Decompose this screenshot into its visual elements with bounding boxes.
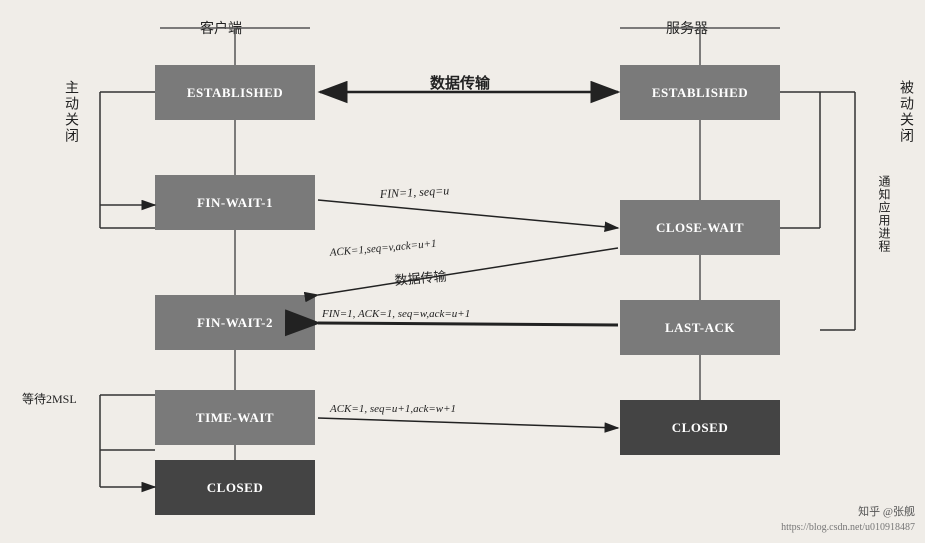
wait-2msl-label: 等待2MSL — [22, 390, 77, 407]
client-finwait2-box: FIN-WAIT-2 — [155, 295, 315, 350]
active-close-label: 主动关闭 — [60, 80, 80, 200]
client-timewait-box: TIME-WAIT — [155, 390, 315, 445]
server-lastack-box: LAST-ACK — [620, 300, 780, 355]
watermark: 知乎 @张舰 https://blog.csdn.net/u010918487 — [781, 504, 915, 536]
passive-close-label: 被动关闭 — [895, 80, 915, 220]
server-closewait-box: CLOSE-WAIT — [620, 200, 780, 255]
svg-text:ACK=1,seq=v,ack=u+1: ACK=1,seq=v,ack=u+1 — [328, 238, 437, 259]
svg-text:数据传输: 数据传输 — [394, 269, 447, 288]
svg-text:FIN=1, seq=u: FIN=1, seq=u — [378, 183, 449, 201]
client-closed-box: CLOSED — [155, 460, 315, 515]
data-transfer-label: 数据传输 — [430, 72, 490, 93]
svg-text:FIN=1, ACK=1, seq=w,ack=u+1: FIN=1, ACK=1, seq=w,ack=u+1 — [321, 308, 470, 320]
client-finwait1-box: FIN-WAIT-1 — [155, 175, 315, 230]
diagram: 客户端 服务器 主动关闭 被动关闭 通知应用进程 等待2MSL ESTABLIS… — [0, 0, 925, 543]
server-label: 服务器 — [666, 18, 708, 38]
client-label: 客户端 — [200, 18, 242, 38]
svg-text:ACK=1, seq=u+1,ack=w+1: ACK=1, seq=u+1,ack=w+1 — [329, 403, 456, 415]
server-closed-box: CLOSED — [620, 400, 780, 455]
client-established-box: ESTABLISHED — [155, 65, 315, 120]
server-established-box: ESTABLISHED — [620, 65, 780, 120]
notify-app-label: 通知应用进程 — [876, 175, 893, 315]
